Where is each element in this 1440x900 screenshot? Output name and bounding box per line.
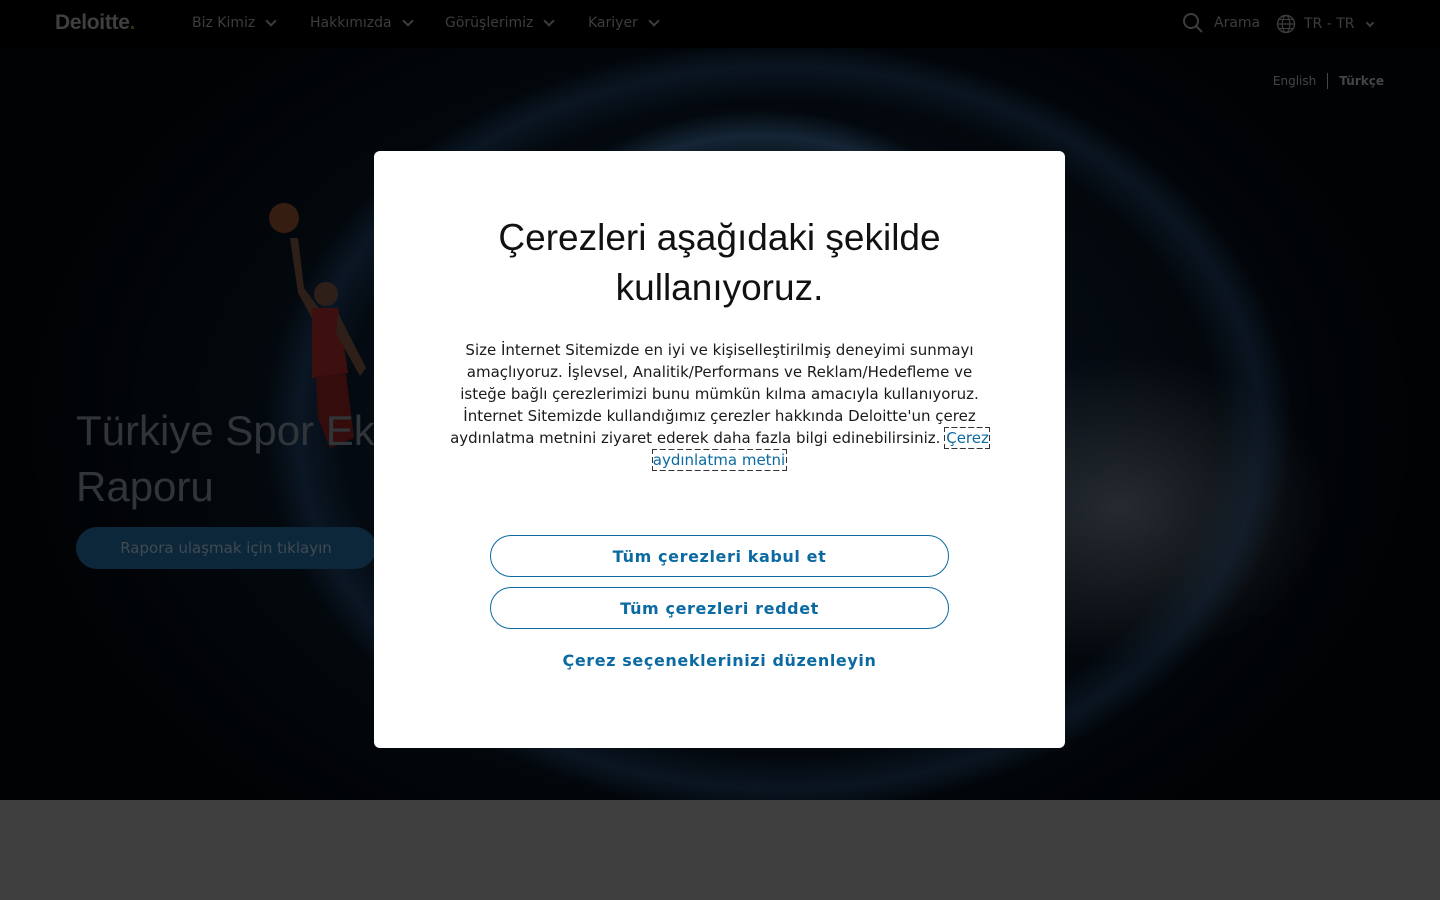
cookie-dialog-title: Çerezleri aşağıdaki şekilde kullanıyoruz…: [374, 213, 1065, 313]
reject-all-cookies-button[interactable]: Tüm çerezleri reddet: [490, 587, 949, 629]
cookie-consent-dialog: Çerezleri aşağıdaki şekilde kullanıyoruz…: [374, 151, 1065, 748]
cookie-settings-link[interactable]: Çerez seçeneklerinizi düzenleyin: [374, 651, 1065, 670]
accept-all-cookies-button[interactable]: Tüm çerezleri kabul et: [490, 535, 949, 577]
cookie-dialog-title-line: Çerezleri aşağıdaki şekilde: [498, 217, 941, 258]
cookie-dialog-description: Size İnternet Sitemizde en iyi ve kişise…: [446, 339, 993, 471]
cookie-dialog-title-line: kullanıyoruz.: [615, 267, 824, 308]
cookie-dialog-text: Size İnternet Sitemizde en iyi ve kişise…: [450, 341, 979, 447]
